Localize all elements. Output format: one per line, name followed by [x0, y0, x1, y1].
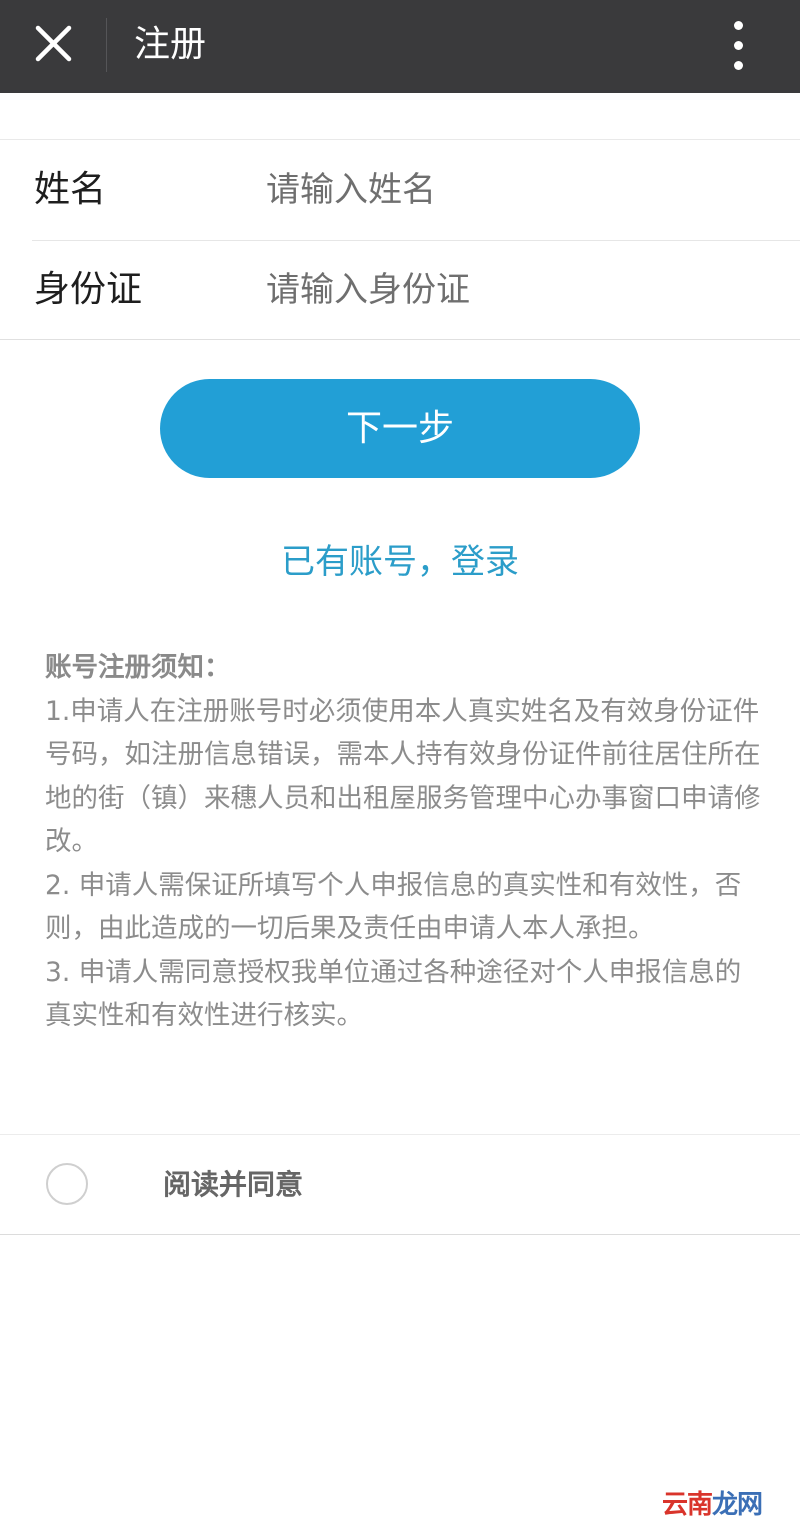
page-title: 注册: [134, 24, 207, 65]
top-bar: 注册: [0, 0, 800, 93]
id-row: 身份证: [0, 240, 800, 340]
close-icon: [35, 25, 72, 62]
id-input[interactable]: [266, 262, 766, 318]
next-step-button[interactable]: 下一步: [160, 379, 640, 478]
more-dots-icon: [734, 21, 743, 30]
agree-radio[interactable]: [46, 1163, 88, 1205]
login-link[interactable]: 已有账号，登录: [0, 536, 800, 588]
notice-item: 2. 申请人需保证所填写个人申报信息的真实性和有效性，否则，由此造成的一切后果及…: [45, 869, 742, 945]
registration-form: 姓名 身份证: [0, 139, 800, 340]
close-button[interactable]: [22, 14, 86, 78]
name-input[interactable]: [266, 162, 766, 218]
notice-title: 账号注册须知：: [45, 652, 231, 683]
watermark-text-blue: 龙网: [712, 1490, 763, 1520]
registration-notice: 账号注册须知： 1.申请人在注册账号时必须使用本人真实姓名及有效身份证件号码，如…: [45, 646, 765, 1038]
site-watermark: 云南龙网: [662, 1488, 763, 1522]
id-label: 身份证: [34, 269, 143, 310]
header-divider: [106, 18, 107, 72]
more-options-button[interactable]: [718, 14, 758, 78]
agreement-row: 阅读并同意: [0, 1134, 800, 1235]
watermark-text-red: 云南: [662, 1490, 713, 1520]
name-row: 姓名: [0, 140, 800, 240]
name-label: 姓名: [34, 169, 107, 210]
notice-item: 3. 申请人需同意授权我单位通过各种途径对个人申报信息的真实性和有效性进行核实。: [45, 956, 742, 1032]
notice-item: 1.申请人在注册账号时必须使用本人真实姓名及有效身份证件号码，如注册信息错误，需…: [45, 695, 761, 858]
agree-label[interactable]: 阅读并同意: [163, 1135, 303, 1234]
